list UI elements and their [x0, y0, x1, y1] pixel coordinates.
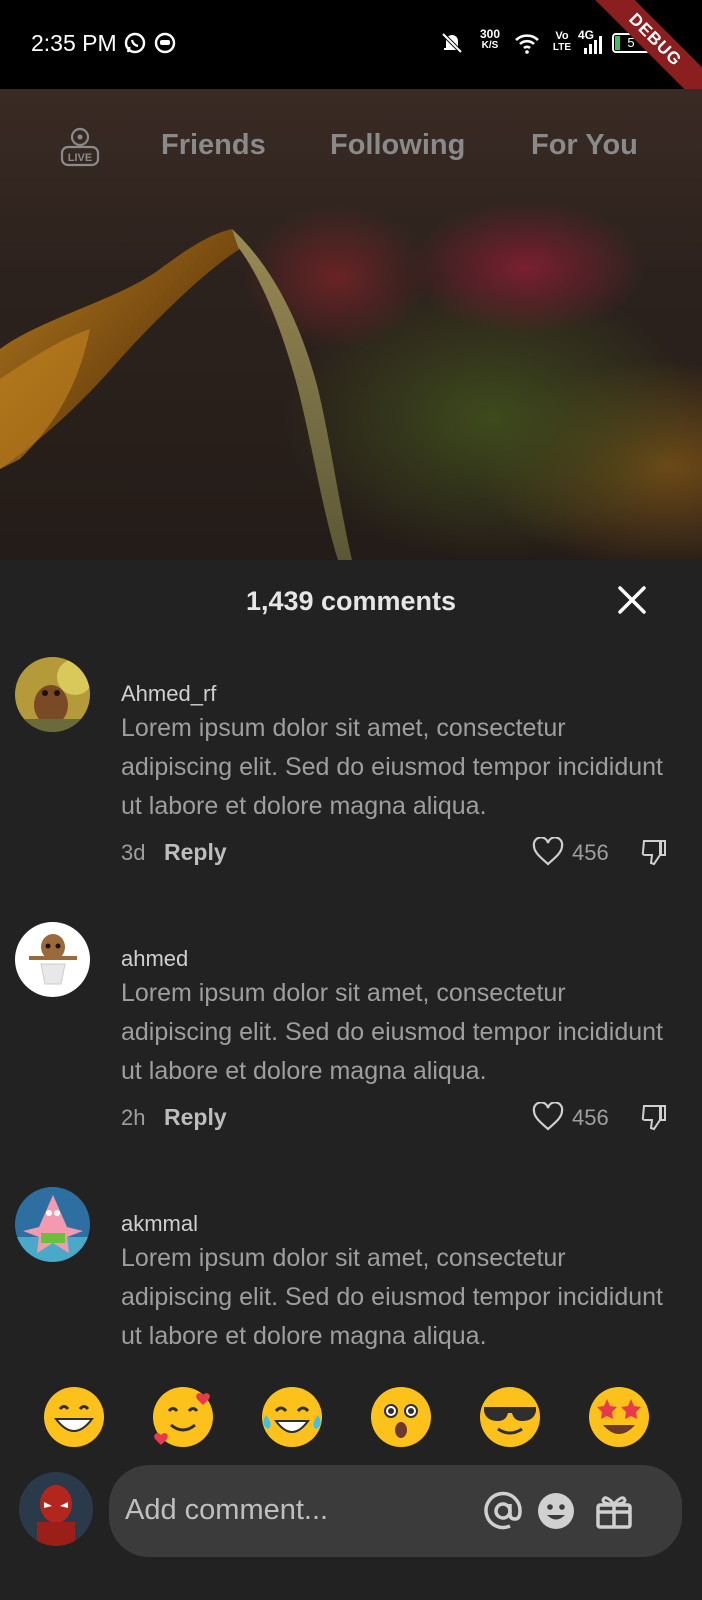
tab-following[interactable]: Following	[330, 129, 465, 162]
dislike-icon[interactable]	[640, 1102, 668, 1132]
avatar[interactable]	[15, 922, 90, 997]
app-notification-icon	[154, 32, 176, 54]
volte-indicator: Vo LTE	[550, 30, 574, 54]
signal-icon	[584, 36, 602, 54]
feed-tabs: LIVE Friends Following For You	[0, 127, 702, 179]
comment-username[interactable]: akmmal	[121, 1211, 198, 1237]
live-icon[interactable]: LIVE	[60, 127, 100, 169]
comments-count-title: 1,439 comments	[245, 586, 457, 616]
whatsapp-icon	[124, 32, 146, 54]
comment-time: 3d	[121, 840, 146, 865]
star-struck-icon[interactable]	[587, 1385, 651, 1449]
comments-header: 1,439 comments	[0, 560, 702, 640]
speed-value: 300	[479, 27, 501, 41]
sunglasses-face-icon[interactable]	[478, 1385, 542, 1449]
comment-item: ahmed Lorem ipsum dolor sit amet, consec…	[0, 922, 702, 1182]
video-player[interactable]: LIVE Friends Following For You	[0, 89, 702, 560]
like-count: 456	[572, 1105, 609, 1130]
emoji-quick-bar	[0, 1385, 702, 1451]
astonished-face-icon[interactable]	[369, 1385, 433, 1449]
comment-text: Lorem ipsum dolor sit amet, consectetur …	[121, 979, 663, 1085]
status-bar: 2:35 PM 300 K/S Vo LTE 4G 5 DEBUG	[0, 0, 702, 111]
heart-icon[interactable]	[532, 837, 564, 867]
grinning-face-icon[interactable]	[42, 1385, 106, 1449]
reply-button[interactable]: Reply	[164, 1104, 227, 1131]
live-label: LIVE	[68, 152, 92, 164]
comment-username[interactable]: Ahmed_rf	[121, 681, 216, 707]
status-time: 2:35 PM	[31, 30, 117, 56]
network-speed: 300 K/S	[475, 28, 505, 52]
comment-text: Lorem ipsum dolor sit amet, consectetur …	[121, 714, 663, 820]
emoji-icon[interactable]	[535, 1490, 577, 1532]
volte-top: Vo	[555, 30, 569, 42]
comment-username[interactable]: ahmed	[121, 946, 188, 972]
comment-input[interactable]: Add comment...	[109, 1465, 682, 1557]
at-icon[interactable]	[482, 1490, 524, 1532]
comment-item: Ahmed_rf Lorem ipsum dolor sit amet, con…	[0, 657, 702, 917]
mute-bell-icon	[441, 32, 463, 54]
avatar[interactable]	[15, 1187, 90, 1262]
close-icon[interactable]	[614, 582, 650, 618]
heart-icon[interactable]	[532, 1102, 564, 1132]
speed-unit: K/S	[481, 40, 499, 51]
avatar[interactable]	[15, 657, 90, 732]
volte-bottom: LTE	[552, 42, 572, 53]
comment-input-placeholder: Add comment...	[125, 1494, 329, 1526]
gift-icon[interactable]	[593, 1490, 635, 1532]
reply-button[interactable]: Reply	[164, 839, 227, 866]
like-count: 456	[572, 840, 609, 865]
tears-of-joy-icon[interactable]	[260, 1385, 324, 1449]
wifi-icon	[515, 34, 539, 54]
comment-time: 2h	[121, 1105, 146, 1130]
dislike-icon[interactable]	[640, 837, 668, 867]
tab-friends[interactable]: Friends	[161, 129, 266, 162]
tab-for-you[interactable]: For You	[531, 129, 638, 162]
smiling-face-with-hearts-icon[interactable]	[151, 1385, 215, 1449]
current-user-avatar	[19, 1472, 93, 1546]
comment-text: Lorem ipsum dolor sit amet, consectetur …	[121, 1244, 663, 1350]
